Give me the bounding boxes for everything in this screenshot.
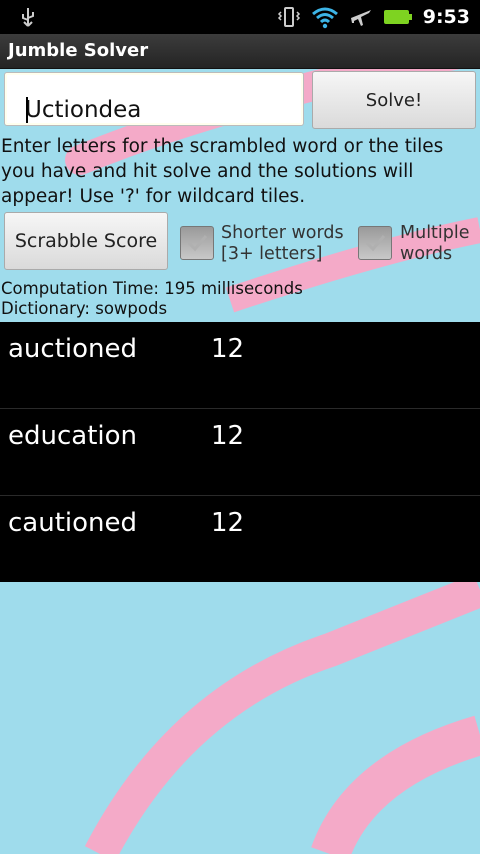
result-word: cautioned xyxy=(8,508,138,538)
letters-input-value: Uctiondea xyxy=(25,97,142,123)
wifi-icon xyxy=(311,7,338,29)
computation-time: Computation Time: 195 milliseconds xyxy=(1,279,303,298)
list-item[interactable]: auctioned 12 xyxy=(0,322,480,409)
battery-icon xyxy=(383,10,412,24)
title-bar: Jumble Solver xyxy=(0,34,480,69)
result-word: auctioned xyxy=(8,334,138,364)
multiple-words-label: Multiple words xyxy=(400,223,470,264)
solve-button[interactable]: Solve! xyxy=(312,71,476,129)
result-score: 12 xyxy=(211,508,245,538)
checkmark-icon xyxy=(187,235,208,252)
app-title: Jumble Solver xyxy=(8,40,149,61)
result-score: 12 xyxy=(211,334,245,364)
dictionary-name: Dictionary: sowpods xyxy=(1,299,168,318)
multiple-words-checkbox[interactable] xyxy=(358,226,392,260)
solve-button-label: Solve! xyxy=(365,89,423,111)
scrabble-score-button[interactable]: Scrabble Score xyxy=(4,212,168,270)
shorter-words-checkbox[interactable] xyxy=(180,226,214,260)
result-score: 12 xyxy=(211,421,245,451)
list-item[interactable]: cautioned 12 xyxy=(0,496,480,582)
instructions-text: Enter letters for the scrambled word or … xyxy=(1,136,444,207)
airplane-icon xyxy=(350,10,371,26)
checkmark-icon xyxy=(365,235,386,252)
usb-icon xyxy=(22,8,34,27)
shorter-words-label: Shorter words [3+ letters] xyxy=(221,223,344,264)
computation-info: Computation Time: 195 milliseconds Dicti… xyxy=(1,279,303,319)
status-bar: 9:53 xyxy=(0,0,480,34)
text-caret xyxy=(26,97,28,123)
list-item[interactable]: education 12 xyxy=(0,409,480,496)
scrabble-score-label: Scrabble Score xyxy=(14,230,158,252)
result-word: education xyxy=(8,421,138,451)
status-time: 9:53 xyxy=(422,6,470,28)
vibrate-icon xyxy=(277,7,300,27)
letters-input[interactable]: Uctiondea xyxy=(4,72,304,126)
results-list: auctioned 12 education 12 cautioned 12 xyxy=(0,322,480,582)
